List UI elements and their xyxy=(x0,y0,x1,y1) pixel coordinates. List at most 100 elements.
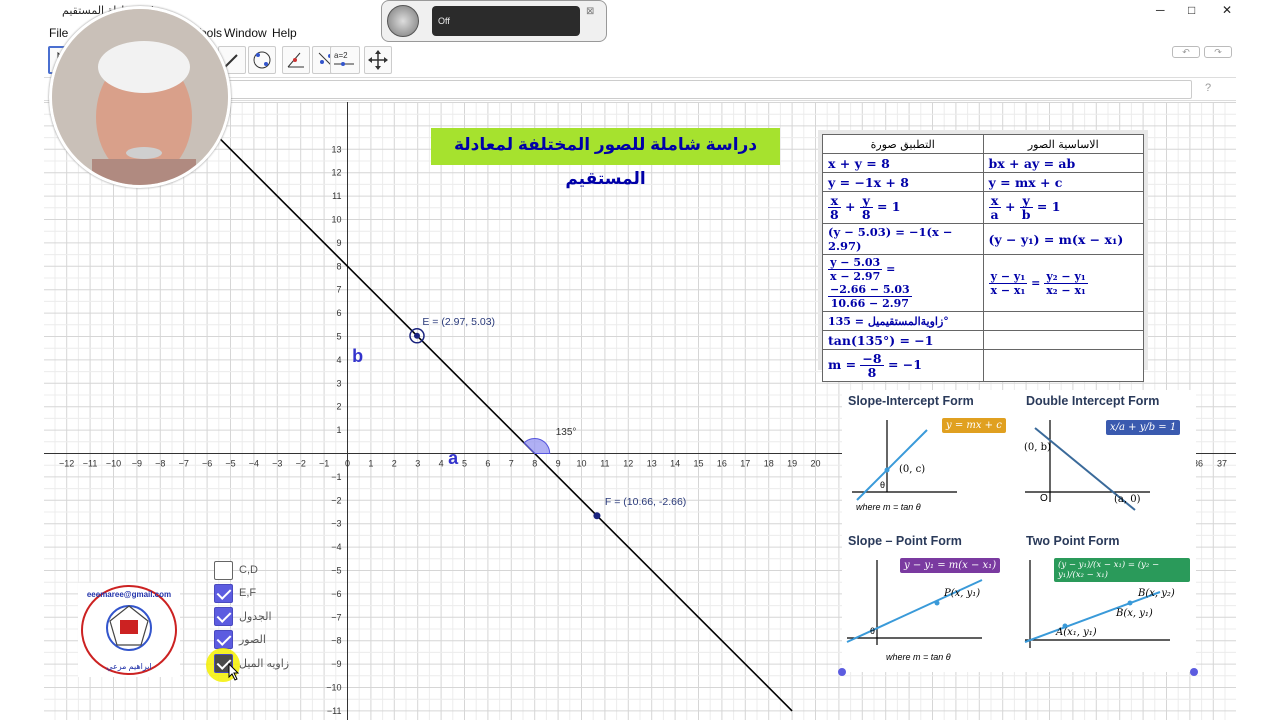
table-cell xyxy=(982,330,1144,350)
x-tick-label: −9 xyxy=(132,459,142,469)
table-cell xyxy=(982,349,1144,382)
x-tick-label: 20 xyxy=(810,459,820,469)
y-tick-label: 13 xyxy=(331,144,341,154)
y-tick-label: 10 xyxy=(331,215,341,225)
point-e-label: E = (2.97, 5.03) xyxy=(422,316,495,328)
label-b: b xyxy=(352,346,363,366)
table-cell: x8 + y8 = 1 xyxy=(822,191,984,224)
y-tick-label: 7 xyxy=(336,285,341,295)
table-cell: (y − y₁) = m(x − x₁) xyxy=(982,223,1144,255)
svg-text:eeemaree@gmail.com: eeemaree@gmail.com xyxy=(87,590,171,599)
x-tick-label: 4 xyxy=(439,459,444,469)
menu-help[interactable]: Help xyxy=(272,26,297,40)
table-cell: y = −1x + 8 xyxy=(822,172,984,192)
table-cell: xa + yb = 1 xyxy=(982,191,1144,224)
table-cell: m = −8 8 = −1 xyxy=(822,349,984,382)
y-tick-label: 9 xyxy=(336,238,341,248)
menu-window[interactable]: Window xyxy=(224,26,267,40)
y-tick-label: 2 xyxy=(336,402,341,412)
checkbox-table[interactable] xyxy=(214,607,233,626)
table-cell: y − y₁ x − x₁ = y₂ − y₁ x₂ − x₁ xyxy=(982,254,1144,312)
move-view-tool[interactable] xyxy=(364,46,392,74)
y-tick-label: −3 xyxy=(331,519,341,529)
card-origin-label: O xyxy=(1040,493,1048,504)
undo-button[interactable]: ↶ xyxy=(1172,46,1200,58)
circle-tool[interactable] xyxy=(248,46,276,74)
x-tick-label: −8 xyxy=(155,459,165,469)
help-icon[interactable]: ? xyxy=(1205,82,1211,94)
webcam-avatar xyxy=(49,6,231,188)
label-a: a xyxy=(448,448,459,468)
checkbox-images[interactable] xyxy=(214,630,233,649)
point-f-label: F = (10.66, -2.66) xyxy=(605,496,686,508)
y-tick-label: −11 xyxy=(327,706,342,716)
maximize-button[interactable]: □ xyxy=(1188,3,1195,17)
y-tick-label: 12 xyxy=(331,168,341,178)
input-field[interactable] xyxy=(184,80,1192,99)
card-slope-intercept: Slope-Intercept Form y = mx + c (0, c) θ… xyxy=(842,390,1012,525)
minimize-button[interactable]: ─ xyxy=(1156,3,1165,17)
angle-label: 135° xyxy=(556,427,577,438)
x-tick-label: 5 xyxy=(462,459,467,469)
redo-button[interactable]: ↷ xyxy=(1204,46,1232,58)
x-tick-label: 16 xyxy=(717,459,727,469)
checkbox-ef[interactable] xyxy=(214,584,233,603)
table-cell: tan(135°) = −1 xyxy=(822,330,984,350)
card-point-label: (0, b) xyxy=(1024,442,1051,453)
x-tick-label: 0 xyxy=(345,459,350,469)
card-point-label: P(x, y₁) xyxy=(944,588,981,599)
card-theta-label: θ xyxy=(870,626,876,636)
table-cell: y = mx + c xyxy=(982,172,1144,192)
menu-file[interactable]: File xyxy=(49,26,68,40)
checkbox-label: الجدول xyxy=(239,611,272,623)
card-two-point: Two Point Form (y − y₁)/(x − x₁) = (y₂ −… xyxy=(1020,530,1190,665)
recorder-status: Off xyxy=(432,6,580,36)
y-tick-label: 11 xyxy=(332,191,341,201)
table-cell: bx + ay = ab xyxy=(982,153,1144,173)
y-tick-label: 5 xyxy=(336,332,341,342)
x-tick-label: 1 xyxy=(368,459,373,469)
x-tick-label: −6 xyxy=(202,459,212,469)
x-tick-label: 11 xyxy=(600,459,609,469)
table-head-left: التطبيق صورة xyxy=(822,134,984,154)
title-bar: معادلة المستقيم.ggb ─ □ ✕ xyxy=(44,0,1236,22)
y-tick-label: 6 xyxy=(336,308,341,318)
y-tick-label: −4 xyxy=(331,542,341,552)
table-cell xyxy=(982,311,1144,331)
x-tick-label: −10 xyxy=(106,459,121,469)
x-tick-label: −2 xyxy=(296,459,306,469)
close-icon[interactable]: ⊠ xyxy=(586,6,594,17)
table-cell: y − 5.03 x − 2.97 = −2.66 − 5.03 10.66 − 2… xyxy=(822,254,984,312)
card-point-label: (0, c) xyxy=(899,464,926,475)
line-xy8 xyxy=(218,137,793,712)
double-intercept-plot xyxy=(1025,420,1150,511)
microphone-icon[interactable] xyxy=(387,5,419,37)
card-point-label: (a, 0) xyxy=(1114,494,1141,505)
x-tick-label: −5 xyxy=(225,459,235,469)
x-tick-label: −7 xyxy=(179,459,189,469)
y-tick-label: −6 xyxy=(331,589,341,599)
y-tick-label: 3 xyxy=(336,378,341,388)
y-tick-label: −5 xyxy=(331,566,341,576)
table-cell: x + y = 8 xyxy=(822,153,984,173)
x-tick-label: 7 xyxy=(509,459,514,469)
line-forms-image[interactable]: Slope-Intercept Form y = mx + c (0, c) θ… xyxy=(842,390,1196,672)
angle-tool[interactable] xyxy=(282,46,310,74)
menu-bar: File Tools Window Help xyxy=(44,22,1236,42)
image-corner-handle[interactable] xyxy=(838,668,846,676)
card-footnote: where m = tan θ xyxy=(856,502,921,512)
x-tick-label: 19 xyxy=(787,459,797,469)
slider-tool[interactable]: a=2 xyxy=(330,46,360,74)
formula-table: التطبيق صورة الاساسية الصور x + y = 8 bx +… xyxy=(818,130,1148,382)
image-corner-handle[interactable] xyxy=(1190,668,1198,676)
checkbox-cd[interactable] xyxy=(214,561,233,580)
card-double-intercept: Double Intercept Form x/a + y/b = 1 (0, … xyxy=(1020,390,1190,525)
card-point-label: B(x, y₂) xyxy=(1138,588,1175,599)
y-tick-label: 4 xyxy=(336,355,341,365)
slider-icon: a=2 xyxy=(334,51,354,66)
x-tick-label: −11 xyxy=(83,459,98,469)
close-button[interactable]: ✕ xyxy=(1222,3,1232,17)
angle-icon xyxy=(287,52,304,68)
card-slope-point: Slope – Point Form y − y₁ = m(x − x₁) P(… xyxy=(842,530,1012,665)
x-tick-label: −12 xyxy=(59,459,74,469)
